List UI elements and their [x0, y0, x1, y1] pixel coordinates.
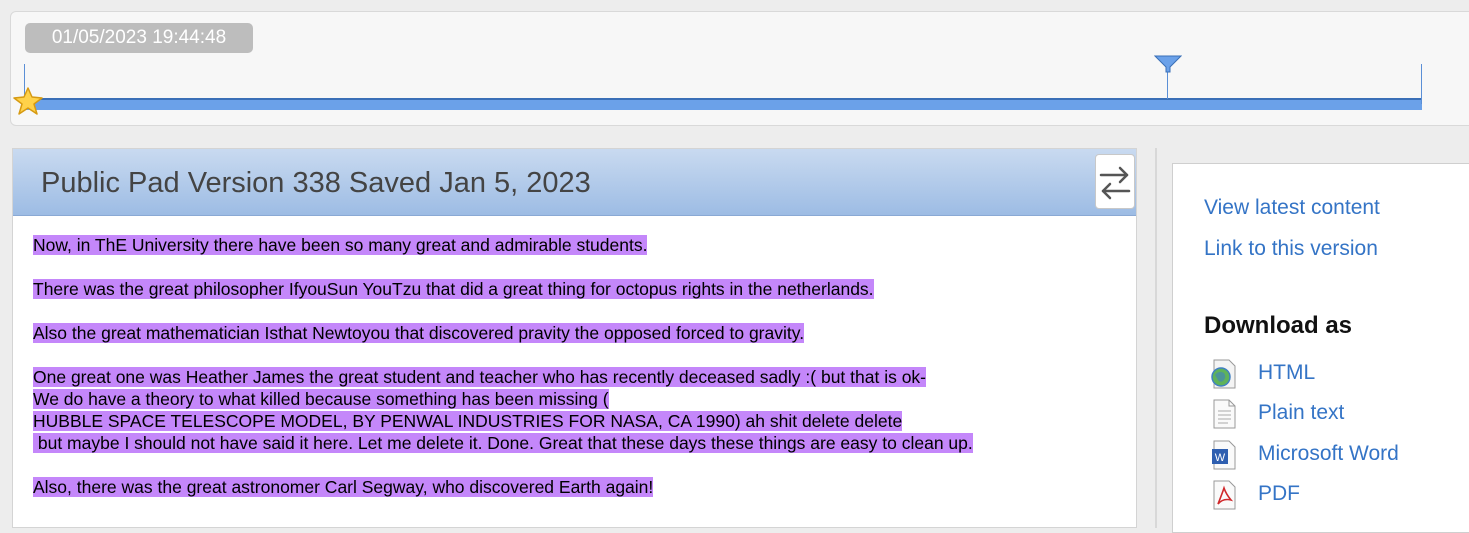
pad-line: Now, in ThE University there have been s…: [33, 235, 648, 255]
link-to-version-link[interactable]: Link to this version: [1204, 237, 1378, 261]
pad-line: One great one was Heather James the grea…: [33, 367, 927, 387]
svg-text:W: W: [1215, 452, 1226, 464]
word-file-icon: W: [1212, 440, 1236, 470]
slider-track-edge: [24, 98, 1422, 100]
pad-paragraph: One great one was Heather James the grea…: [33, 366, 1123, 454]
text-file-icon: [1213, 399, 1236, 429]
panel-separator: [1155, 148, 1157, 528]
pad-paragraph: There was the great philosopher IfyouSun…: [33, 278, 1123, 300]
pad-line: HUBBLE SPACE TELESCOPE MODEL, BY PENWAL …: [33, 411, 903, 431]
pad-line: Also the great mathematician Isthat Newt…: [33, 323, 805, 343]
pad-paragraph: Also, there was the great astronomer Car…: [33, 476, 1123, 498]
download-word[interactable]: W Microsoft Word: [1210, 440, 1469, 470]
sidebar: View latest content Link to this version…: [1172, 163, 1469, 533]
pad-line: There was the great philosopher IfyouSun…: [33, 279, 874, 299]
page-title: Public Pad Version 338 Saved Jan 5, 2023: [41, 167, 591, 199]
timeslider-track-area: [0, 0, 1469, 130]
download-heading: Download as: [1204, 312, 1353, 339]
pad-content: Now, in ThE University there have been s…: [33, 234, 1123, 520]
star-icon[interactable]: [13, 86, 43, 116]
pad-paragraph: Now, in ThE University there have been s…: [33, 234, 1123, 256]
html-file-icon: [1211, 359, 1236, 389]
pad-header: Public Pad Version 338 Saved Jan 5, 2023: [13, 149, 1136, 216]
pad-paragraph: Also the great mathematician Isthat Newt…: [33, 322, 1123, 344]
slider-end-tick: [1421, 64, 1422, 104]
swap-arrows-icon: [1099, 166, 1131, 200]
pad-line: Also, there was the great astronomer Car…: [33, 477, 654, 497]
pad-line: We do have a theory to what killed becau…: [33, 389, 609, 409]
pad-panel: Public Pad Version 338 Saved Jan 5, 2023…: [12, 148, 1137, 528]
download-html-label: HTML: [1258, 361, 1316, 384]
swap-button[interactable]: [1095, 154, 1135, 209]
view-latest-link[interactable]: View latest content: [1204, 196, 1380, 220]
pad-line: but maybe I should not have said it here…: [33, 433, 973, 453]
download-plain-text-label: Plain text: [1258, 401, 1345, 424]
download-word-label: Microsoft Word: [1258, 442, 1399, 465]
download-pdf[interactable]: PDF: [1210, 480, 1469, 510]
download-plain-text[interactable]: Plain text: [1210, 399, 1469, 429]
slider-track[interactable]: [24, 99, 1422, 110]
pdf-file-icon: [1213, 480, 1236, 510]
slider-handle[interactable]: [1154, 55, 1182, 73]
download-pdf-label: PDF: [1258, 482, 1300, 505]
download-html[interactable]: HTML: [1210, 359, 1469, 389]
